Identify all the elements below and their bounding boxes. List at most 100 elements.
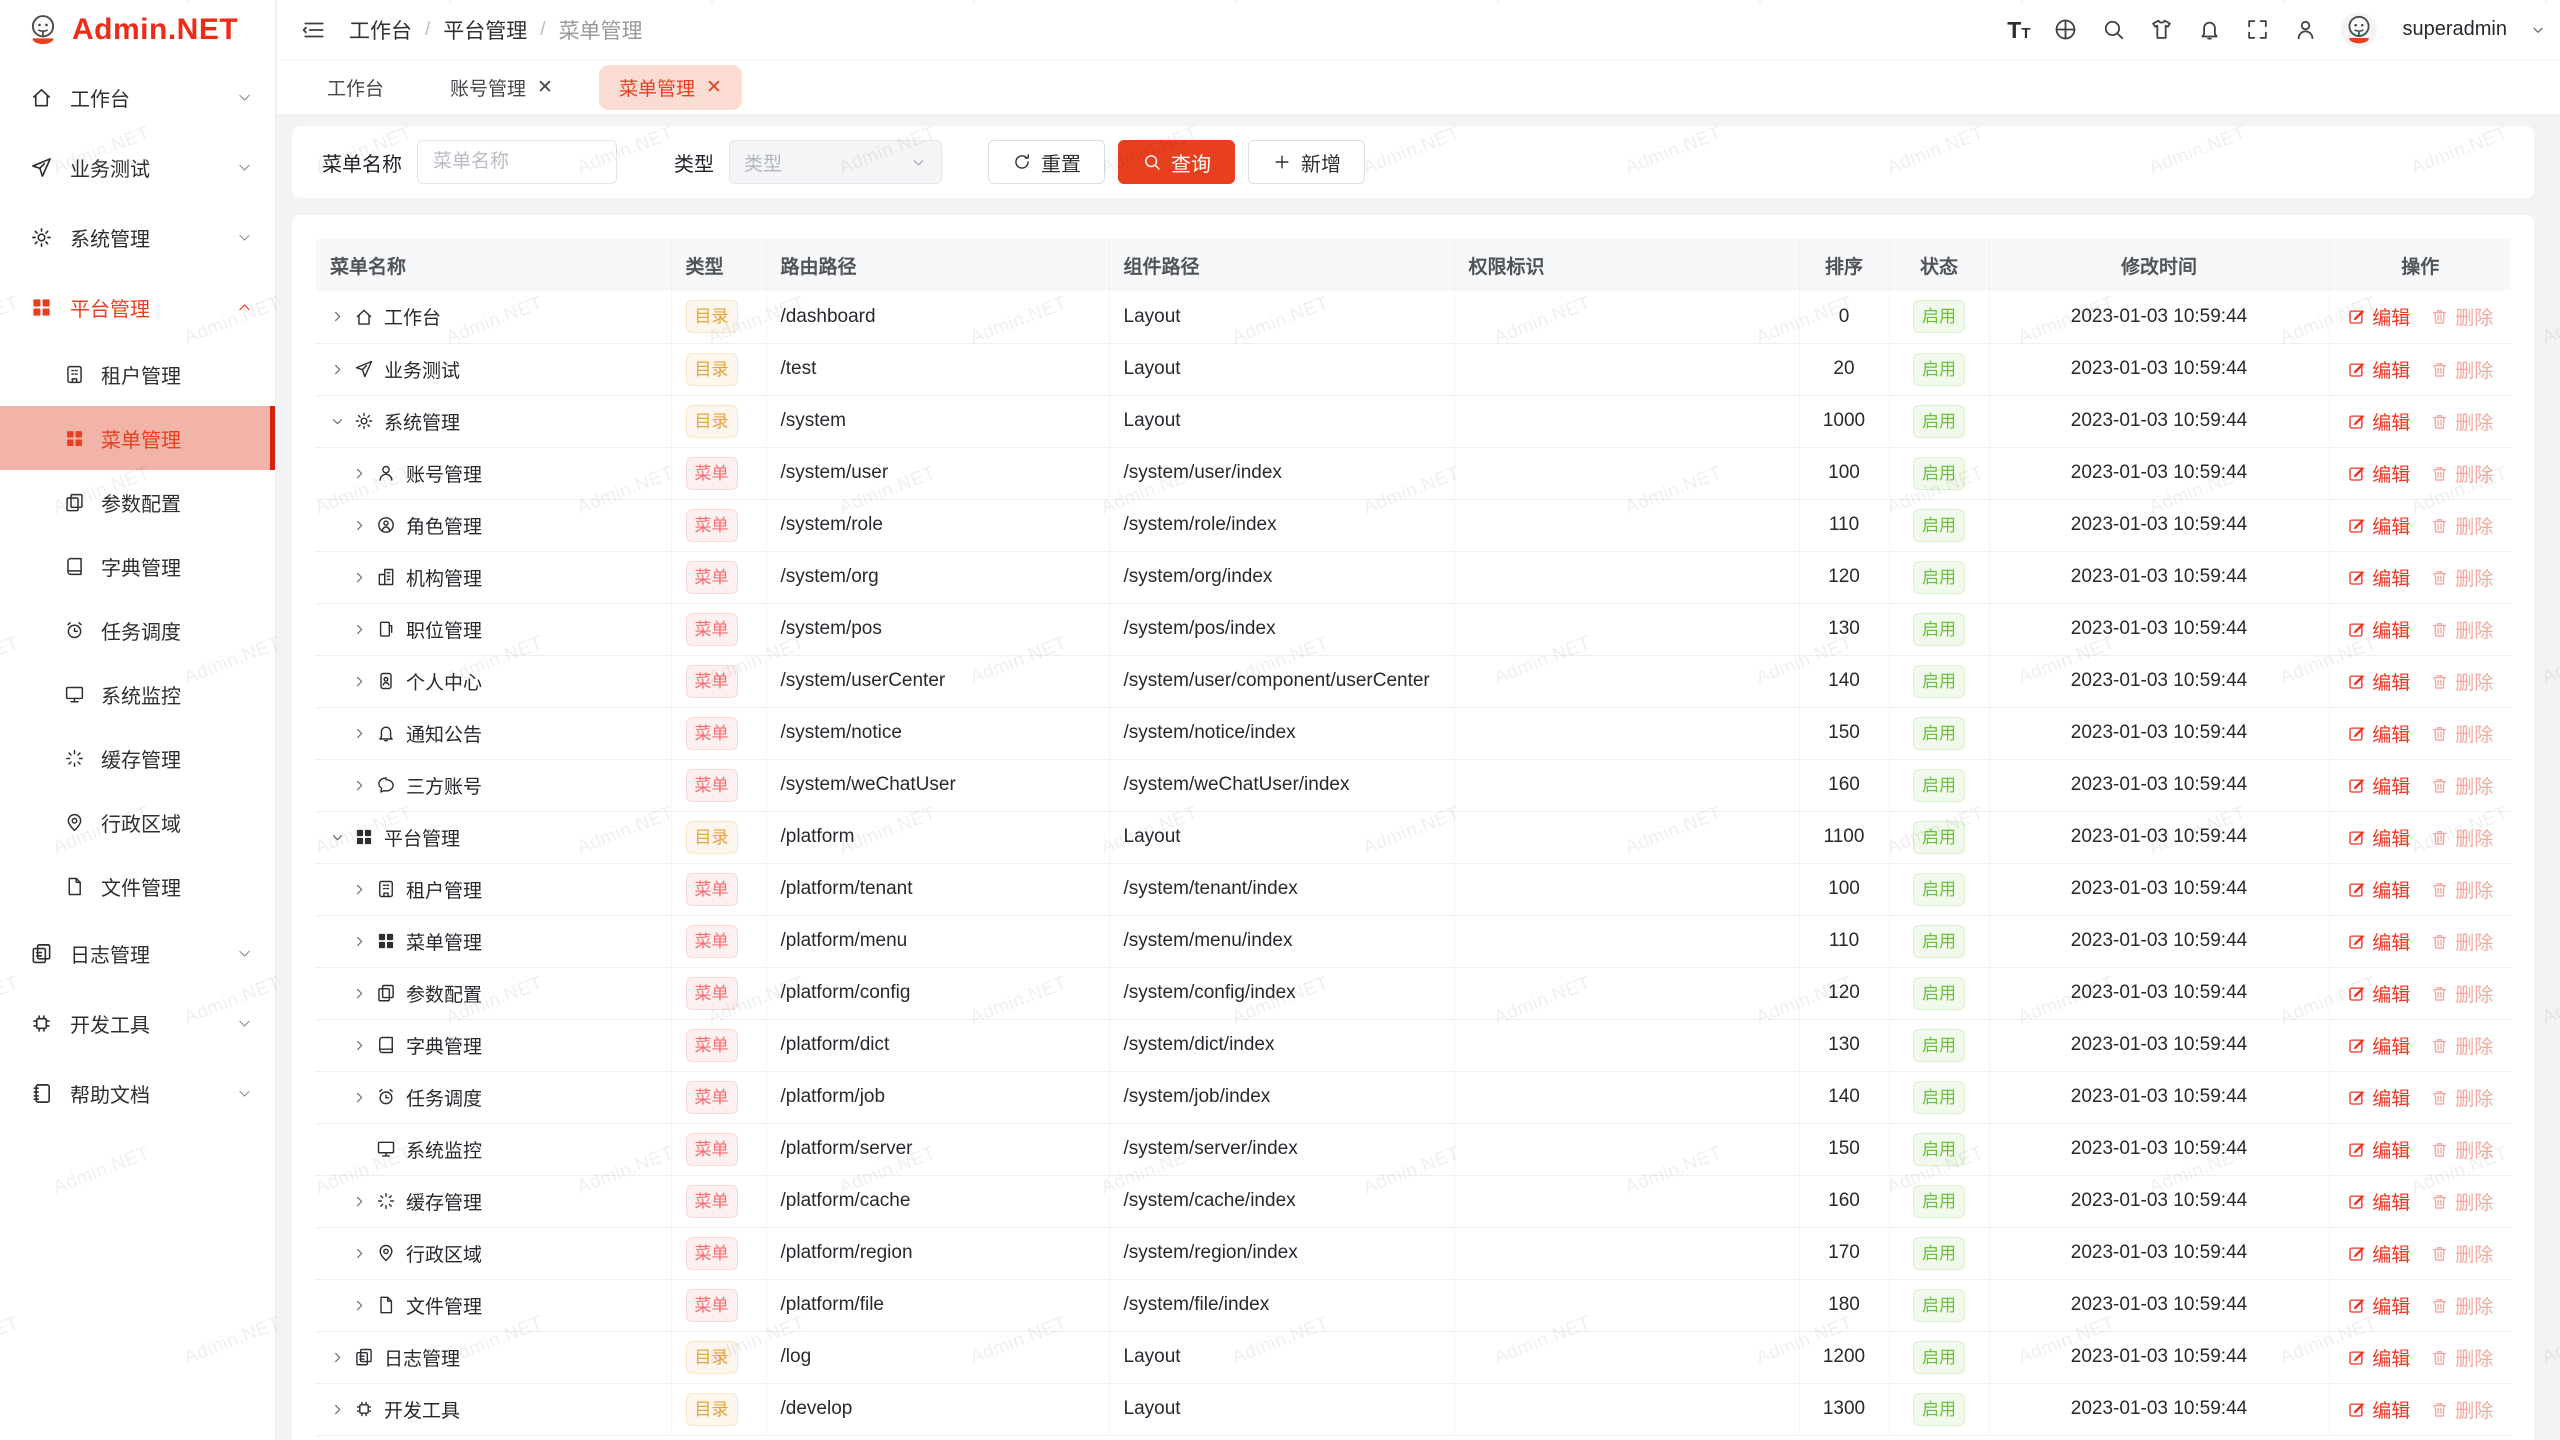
delete-button[interactable]: 删除 — [2430, 876, 2493, 903]
edit-button[interactable]: 编辑 — [2347, 616, 2410, 643]
edit-button[interactable]: 编辑 — [2347, 876, 2410, 903]
sidebar-subitem-租户管理[interactable]: 租户管理 — [0, 342, 275, 406]
sidebar-subitem-菜单管理[interactable]: 菜单管理 — [0, 406, 275, 470]
theme-shirt-icon[interactable] — [2149, 17, 2174, 42]
delete-button[interactable]: 删除 — [2430, 1240, 2493, 1267]
sidebar-subitem-行政区域[interactable]: 行政区域 — [0, 790, 275, 854]
sidebar-subitem-字典管理[interactable]: 字典管理 — [0, 534, 275, 598]
sidebar-subitem-系统监控[interactable]: 系统监控 — [0, 662, 275, 726]
tab-菜单管理[interactable]: 菜单管理✕ — [599, 65, 742, 110]
delete-button[interactable]: 删除 — [2430, 356, 2493, 383]
person-icon[interactable] — [2293, 17, 2318, 42]
edit-button[interactable]: 编辑 — [2347, 1136, 2410, 1163]
delete-button[interactable]: 删除 — [2430, 616, 2493, 643]
font-size-icon[interactable]: TT — [2007, 17, 2030, 42]
edit-button[interactable]: 编辑 — [2347, 564, 2410, 591]
sidebar-item-5[interactable]: 日志管理 — [0, 918, 275, 988]
expand-row-icon[interactable] — [352, 986, 367, 1001]
delete-button[interactable]: 删除 — [2430, 980, 2493, 1007]
expand-row-icon[interactable] — [352, 518, 367, 533]
collapse-row-icon[interactable] — [330, 414, 345, 429]
delete-button[interactable]: 删除 — [2430, 1292, 2493, 1319]
edit-button[interactable]: 编辑 — [2347, 1344, 2410, 1371]
expand-row-icon[interactable] — [352, 1038, 367, 1053]
delete-button[interactable]: 删除 — [2430, 564, 2493, 591]
edit-button[interactable]: 编辑 — [2347, 512, 2410, 539]
delete-button[interactable]: 删除 — [2430, 668, 2493, 695]
edit-button[interactable]: 编辑 — [2347, 1084, 2410, 1111]
expand-row-icon[interactable] — [352, 1194, 367, 1209]
expand-row-icon[interactable] — [330, 1402, 345, 1417]
edit-button[interactable]: 编辑 — [2347, 720, 2410, 747]
sidebar-item-2[interactable]: 业务测试 — [0, 132, 275, 202]
search-icon[interactable] — [2101, 17, 2126, 42]
sidebar-subitem-任务调度[interactable]: 任务调度 — [0, 598, 275, 662]
sidebar-item-3[interactable]: 系统管理 — [0, 202, 275, 272]
tab-账号管理[interactable]: 账号管理✕ — [430, 65, 573, 110]
expand-row-icon[interactable] — [330, 1350, 345, 1365]
expand-row-icon[interactable] — [352, 622, 367, 637]
user-avatar[interactable] — [2341, 12, 2377, 48]
sidebar-item-7[interactable]: 帮助文档 — [0, 1058, 275, 1128]
expand-row-icon[interactable] — [352, 882, 367, 897]
sidebar-subitem-文件管理[interactable]: 文件管理 — [0, 854, 275, 918]
edit-button[interactable]: 编辑 — [2347, 1240, 2410, 1267]
expand-row-icon[interactable] — [352, 466, 367, 481]
bell-icon[interactable] — [2197, 17, 2222, 42]
sidebar-item-6[interactable]: 开发工具 — [0, 988, 275, 1058]
delete-button[interactable]: 删除 — [2430, 1344, 2493, 1371]
delete-button[interactable]: 删除 — [2430, 303, 2493, 330]
delete-button[interactable]: 删除 — [2430, 1188, 2493, 1215]
expand-row-icon[interactable] — [330, 309, 345, 324]
fullscreen-icon[interactable] — [2245, 17, 2270, 42]
sidebar-collapse-icon[interactable] — [301, 17, 327, 43]
expand-row-icon[interactable] — [330, 362, 345, 377]
delete-button[interactable]: 删除 — [2430, 1084, 2493, 1111]
close-icon[interactable]: ✕ — [537, 78, 553, 97]
edit-button[interactable]: 编辑 — [2347, 408, 2410, 435]
expand-row-icon[interactable] — [352, 1298, 367, 1313]
edit-button[interactable]: 编辑 — [2347, 460, 2410, 487]
edit-button[interactable]: 编辑 — [2347, 1032, 2410, 1059]
close-icon[interactable]: ✕ — [706, 78, 722, 97]
delete-button[interactable]: 删除 — [2430, 720, 2493, 747]
search-button[interactable]: 查询 — [1118, 140, 1235, 184]
type-select[interactable]: 类型 — [729, 140, 942, 184]
edit-button[interactable]: 编辑 — [2347, 928, 2410, 955]
sidebar-item-1[interactable]: 工作台 — [0, 62, 275, 132]
delete-button[interactable]: 删除 — [2430, 460, 2493, 487]
delete-button[interactable]: 删除 — [2430, 1136, 2493, 1163]
expand-row-icon[interactable] — [352, 726, 367, 741]
sidebar-item-4[interactable]: 平台管理 — [0, 272, 275, 342]
username[interactable]: superadmin — [2402, 18, 2507, 41]
tab-工作台[interactable]: 工作台 — [307, 65, 404, 110]
expand-row-icon[interactable] — [352, 934, 367, 949]
edit-button[interactable]: 编辑 — [2347, 1396, 2410, 1423]
delete-button[interactable]: 删除 — [2430, 824, 2493, 851]
reset-button[interactable]: 重置 — [988, 140, 1105, 184]
delete-button[interactable]: 删除 — [2430, 408, 2493, 435]
edit-button[interactable]: 编辑 — [2347, 824, 2410, 851]
breadcrumb-item[interactable]: 平台管理 — [443, 15, 527, 45]
edit-button[interactable]: 编辑 — [2347, 980, 2410, 1007]
edit-button[interactable]: 编辑 — [2347, 772, 2410, 799]
edit-button[interactable]: 编辑 — [2347, 1292, 2410, 1319]
edit-button[interactable]: 编辑 — [2347, 1188, 2410, 1215]
menu-name-input[interactable] — [417, 140, 617, 184]
breadcrumb-item[interactable]: 工作台 — [349, 15, 412, 45]
delete-button[interactable]: 删除 — [2430, 1032, 2493, 1059]
delete-button[interactable]: 删除 — [2430, 928, 2493, 955]
delete-button[interactable]: 删除 — [2430, 1396, 2493, 1423]
sidebar-subitem-参数配置[interactable]: 参数配置 — [0, 470, 275, 534]
edit-button[interactable]: 编辑 — [2347, 356, 2410, 383]
edit-button[interactable]: 编辑 — [2347, 668, 2410, 695]
language-icon[interactable] — [2053, 17, 2078, 42]
expand-row-icon[interactable] — [352, 1090, 367, 1105]
sidebar-subitem-缓存管理[interactable]: 缓存管理 — [0, 726, 275, 790]
delete-button[interactable]: 删除 — [2430, 772, 2493, 799]
edit-button[interactable]: 编辑 — [2347, 303, 2410, 330]
expand-row-icon[interactable] — [352, 570, 367, 585]
collapse-row-icon[interactable] — [330, 830, 345, 845]
add-button[interactable]: 新增 — [1248, 140, 1365, 184]
delete-button[interactable]: 删除 — [2430, 512, 2493, 539]
